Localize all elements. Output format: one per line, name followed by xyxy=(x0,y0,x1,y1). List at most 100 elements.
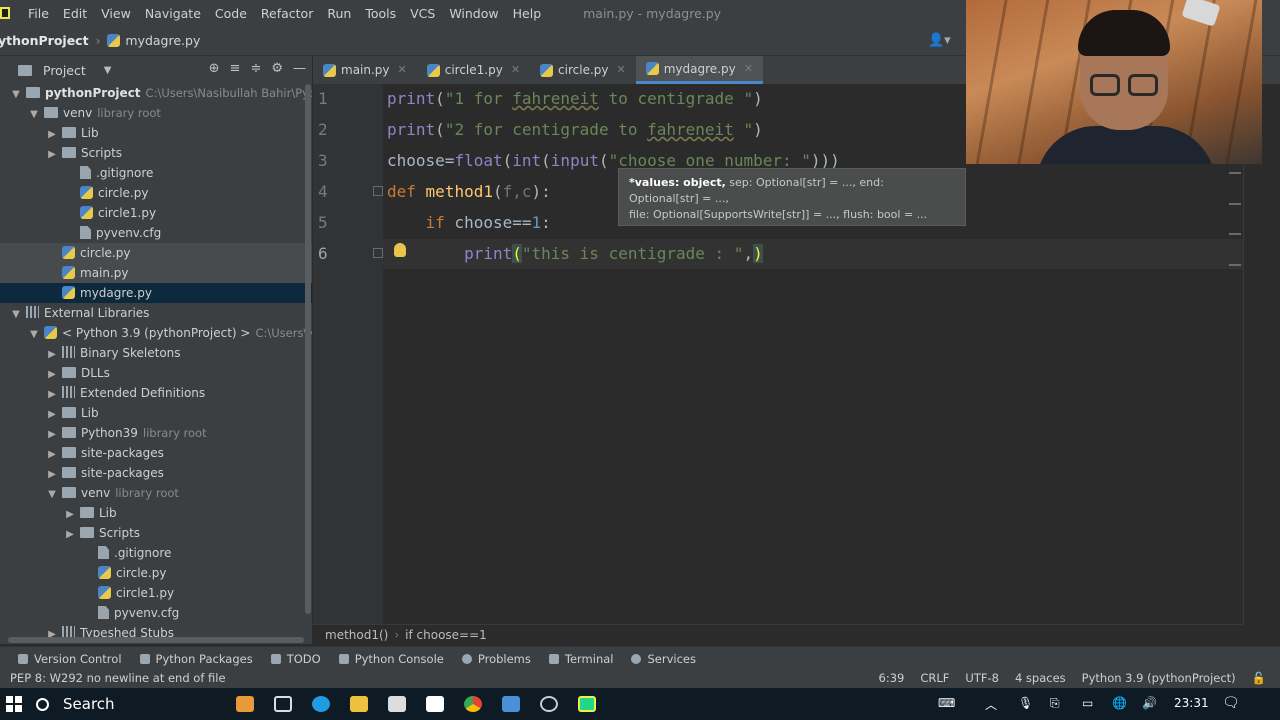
battery-icon[interactable]: ▭ xyxy=(1082,696,1093,710)
tree-row[interactable]: ▶ Binary Skeletons xyxy=(0,343,312,363)
notification-icon[interactable]: 🗨 xyxy=(1222,695,1240,711)
gear-icon[interactable]: ⚙ xyxy=(271,61,283,76)
close-icon[interactable]: ✕ xyxy=(511,57,520,83)
edge-browser-icon[interactable] xyxy=(312,696,330,712)
tree-row[interactable]: ▶ site-packages xyxy=(0,463,312,483)
tree-row[interactable]: main.py xyxy=(0,263,312,283)
tool-terminal[interactable]: Terminal xyxy=(548,652,613,666)
indent-setting[interactable]: 4 spaces xyxy=(1015,670,1066,687)
chevron-right-icon[interactable]: ▶ xyxy=(46,345,58,365)
error-stripe-mark[interactable] xyxy=(1229,264,1241,266)
pycharm-taskbar-icon[interactable] xyxy=(578,696,596,712)
chevron-down-icon[interactable]: ▼ xyxy=(10,85,22,105)
tree-row[interactable]: mydagre.py xyxy=(0,283,312,303)
breadcrumb-file[interactable]: mydagre.py xyxy=(125,33,200,48)
menu-help[interactable]: Help xyxy=(513,6,542,21)
chevron-down-icon[interactable]: ▼ xyxy=(104,65,112,76)
locate-icon[interactable]: ⊕ xyxy=(209,61,220,76)
app-icon[interactable] xyxy=(502,696,520,712)
code-crumb-if[interactable]: if choose==1 xyxy=(405,628,487,642)
tree-row[interactable]: ▶ DLLs xyxy=(0,363,312,383)
chevron-right-icon[interactable]: ▶ xyxy=(46,465,58,485)
tree-row[interactable]: circle.py xyxy=(0,563,312,583)
tree-row[interactable]: ▼ < Python 3.9 (pythonProject) > C:\Users\… xyxy=(0,323,312,343)
tree-row[interactable]: ▶ Lib xyxy=(0,503,312,523)
tree-row[interactable]: circle.py xyxy=(0,243,312,263)
tool-services[interactable]: Services xyxy=(631,652,696,666)
chrome-icon[interactable] xyxy=(464,696,482,712)
settings-app-icon[interactable] xyxy=(540,696,558,712)
tree-row[interactable]: ▼ External Libraries xyxy=(0,303,312,323)
chevron-down-icon[interactable]: ▼ xyxy=(28,325,40,345)
interpreter-selector[interactable]: Python 3.9 (pythonProject) xyxy=(1082,670,1236,687)
chevron-right-icon[interactable]: ▶ xyxy=(46,385,58,405)
tree-row[interactable]: ▼ venv library root xyxy=(0,483,312,503)
error-stripe-mark[interactable] xyxy=(1229,172,1241,174)
close-icon[interactable]: ✕ xyxy=(398,57,407,83)
editor-scroll-strip[interactable] xyxy=(1243,84,1280,624)
chevron-right-icon[interactable]: ▶ xyxy=(46,405,58,425)
fold-marker-icon[interactable] xyxy=(373,248,383,258)
menu-view[interactable]: View xyxy=(101,6,131,21)
tree-row[interactable]: pyvenv.cfg xyxy=(0,223,312,243)
tool-problems[interactable]: Problems xyxy=(461,652,531,666)
tree-row[interactable]: .gitignore xyxy=(0,543,312,563)
menu-code[interactable]: Code xyxy=(215,6,247,21)
tree-row[interactable]: circle.py xyxy=(0,183,312,203)
menu-window[interactable]: Window xyxy=(449,6,498,21)
menu-edit[interactable]: Edit xyxy=(63,6,87,21)
file-explorer-icon[interactable] xyxy=(350,696,368,712)
tree-row[interactable]: ▶ Scripts xyxy=(0,143,312,163)
tree-row[interactable]: ▶ Lib xyxy=(0,403,312,423)
file-encoding[interactable]: UTF-8 xyxy=(965,670,999,687)
tree-row[interactable]: pyvenv.cfg xyxy=(0,603,312,623)
clock[interactable]: 23:31 xyxy=(1174,696,1209,710)
menu-file[interactable]: File xyxy=(28,6,49,21)
keyboard-icon[interactable]: ⌨ xyxy=(938,696,955,710)
chevron-right-icon[interactable]: ▶ xyxy=(64,505,76,525)
tree-row[interactable]: circle1.py xyxy=(0,583,312,603)
tree-row[interactable]: circle1.py xyxy=(0,203,312,223)
tree-row[interactable]: ▶ Extended Definitions xyxy=(0,383,312,403)
lock-icon[interactable]: 🔓 xyxy=(1252,670,1266,687)
chevron-right-icon[interactable]: ▶ xyxy=(46,145,58,165)
tool-version-control[interactable]: Version Control xyxy=(18,652,122,666)
task-view-icon[interactable] xyxy=(274,696,292,712)
chevron-down-icon[interactable]: ▼ xyxy=(46,485,58,505)
line-separator[interactable]: CRLF xyxy=(920,670,949,687)
tree-vertical-scrollbar[interactable] xyxy=(305,84,311,614)
taskbar-search[interactable]: Search xyxy=(36,695,236,713)
menu-navigate[interactable]: Navigate xyxy=(145,6,201,21)
caret-position[interactable]: 6:39 xyxy=(879,670,905,687)
menu-run[interactable]: Run xyxy=(327,6,351,21)
tool-todo[interactable]: TODO xyxy=(270,652,321,666)
chevron-right-icon[interactable]: ▶ xyxy=(64,525,76,545)
chevron-down-icon[interactable]: ▼ xyxy=(28,105,40,125)
tree-row[interactable]: ▶ Lib xyxy=(0,123,312,143)
tab-circle-py[interactable]: circle.py ✕ xyxy=(530,56,636,84)
pycharm-logo-icon[interactable] xyxy=(0,7,10,19)
menu-vcs[interactable]: VCS xyxy=(410,6,435,21)
store-icon[interactable] xyxy=(388,696,406,712)
tree-row[interactable]: ▶ Scripts xyxy=(0,523,312,543)
menu-tools[interactable]: Tools xyxy=(365,6,396,21)
menu-refactor[interactable]: Refactor xyxy=(261,6,313,21)
error-stripe-mark[interactable] xyxy=(1229,203,1241,205)
breadcrumb-project[interactable]: ythonProject xyxy=(0,33,89,48)
chevron-up-icon[interactable]: ︿ xyxy=(985,696,997,713)
tool-python-console[interactable]: Python Console xyxy=(338,652,444,666)
tree-row[interactable]: ▶ Python39 library root xyxy=(0,423,312,443)
user-account-icon[interactable]: 👤▾ xyxy=(928,33,951,48)
windows-start-icon[interactable] xyxy=(6,696,22,712)
close-icon[interactable]: ✕ xyxy=(744,56,753,82)
tree-horizontal-scrollbar[interactable] xyxy=(8,637,304,643)
expand-all-icon[interactable]: ≡ xyxy=(230,61,241,76)
globe-icon[interactable]: 🌐 xyxy=(1112,696,1127,710)
chevron-right-icon[interactable]: ▶ xyxy=(46,425,58,445)
tab-main-py[interactable]: main.py ✕ xyxy=(313,56,417,84)
hide-panel-icon[interactable]: — xyxy=(293,61,306,76)
camera-icon[interactable]: ⎘ xyxy=(1050,696,1060,711)
volume-icon[interactable]: 🔊 xyxy=(1142,696,1157,710)
status-message[interactable]: PEP 8: W292 no newline at end of file xyxy=(10,670,226,687)
chevron-down-icon[interactable]: ▼ xyxy=(10,305,22,325)
